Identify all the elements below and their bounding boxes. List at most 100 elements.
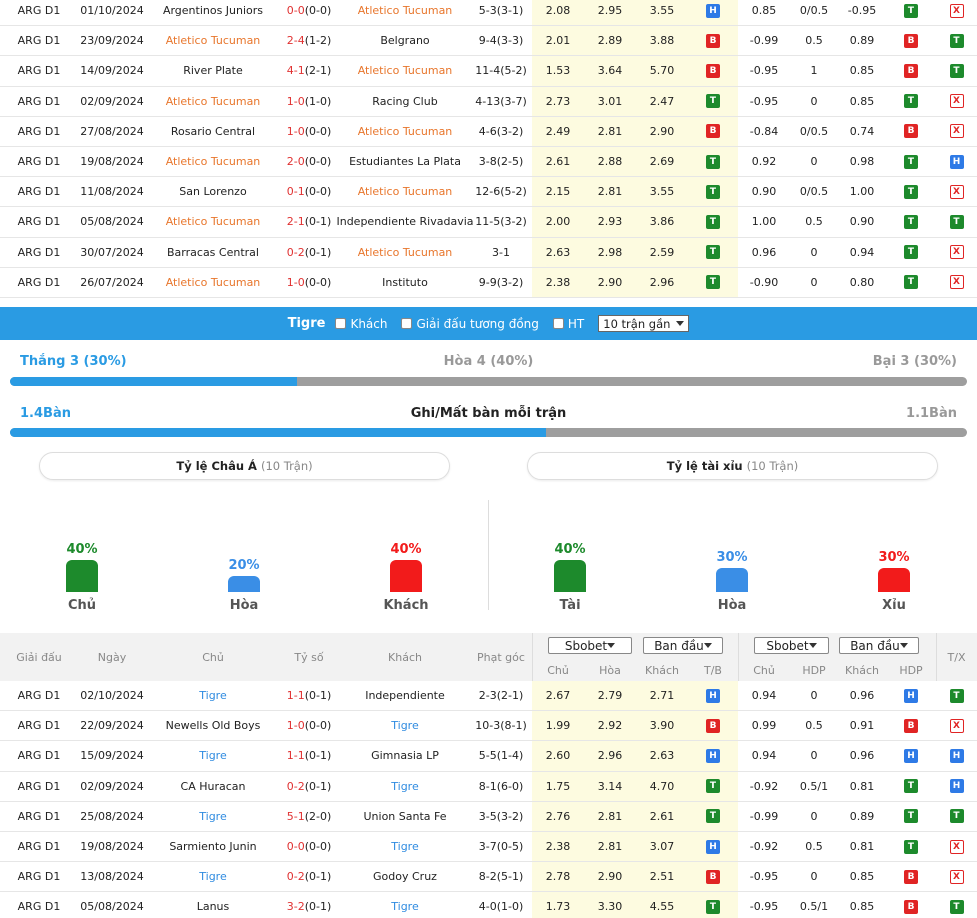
score-cell[interactable]: 0-2 (0-1): [278, 862, 340, 891]
tx-badge: T: [949, 214, 964, 229]
hdr-tb: T/B: [704, 663, 722, 677]
hdp-away: 0.74: [849, 124, 875, 138]
bookmaker-select-2[interactable]: Sbobet: [754, 637, 829, 654]
score-cell[interactable]: 0-0 (0-0): [278, 832, 340, 861]
score-cell[interactable]: 5-1 (2-0): [278, 802, 340, 831]
hdp-badge: H: [904, 688, 918, 703]
odds-home: 2.76: [532, 801, 584, 831]
home-team-link[interactable]: Tigre: [148, 681, 278, 710]
odds-type-select-1[interactable]: Ban đầu: [643, 637, 723, 654]
home-team-link[interactable]: Barracas Central: [148, 238, 278, 267]
hdr-hdp-line: HDP: [802, 663, 826, 677]
home-team-link[interactable]: San Lorenzo: [148, 177, 278, 206]
away-team-link[interactable]: Estudiantes La Plata: [340, 147, 470, 176]
away-team-link[interactable]: Atletico Tucuman: [340, 0, 470, 25]
odds-type-select-2[interactable]: Ban đầu: [839, 637, 919, 654]
hdp-badge: T: [904, 94, 918, 109]
away-team-link[interactable]: Independiente Rivadavia: [336, 207, 473, 236]
home-team-link[interactable]: Tigre: [148, 802, 278, 831]
hdp-line: 0/0.5: [799, 4, 829, 18]
home-team-link[interactable]: Sarmiento Junin: [148, 832, 278, 861]
home-team-link[interactable]: River Plate: [148, 56, 278, 85]
away-team-link[interactable]: Tigre: [340, 772, 470, 801]
away-team-link[interactable]: Atletico Tucuman: [340, 238, 470, 267]
away-team-link[interactable]: Union Santa Fe: [340, 802, 470, 831]
away-team-link[interactable]: Independiente: [340, 681, 470, 710]
ou-pct-0: 40%: [554, 542, 586, 557]
corner-cell: 4-6(3-2): [478, 124, 524, 138]
odds-home: 2.15: [532, 177, 584, 207]
score-cell[interactable]: 1-1 (0-1): [278, 681, 340, 710]
tx-badge: X: [949, 94, 964, 109]
home-team-link[interactable]: CA Huracan: [148, 772, 278, 801]
away-team-link[interactable]: Tigre: [340, 711, 470, 740]
score-cell[interactable]: 0-1 (0-0): [278, 177, 340, 206]
full-time-score: 2-1: [286, 215, 305, 229]
full-time-score: 0-2: [286, 870, 305, 884]
score-cell[interactable]: 0-2 (0-1): [278, 772, 340, 801]
chevron-down-icon: [808, 643, 817, 648]
away-team-link[interactable]: Belgrano: [340, 26, 470, 55]
hdp-badge-cell: B: [886, 711, 936, 740]
home-team-link[interactable]: Tigre: [148, 862, 278, 891]
score-cell[interactable]: 3-2 (0-1): [278, 892, 340, 918]
odds-draw: 3.64: [584, 56, 636, 86]
hdp-badge-cell: T: [886, 772, 936, 801]
away-team-link[interactable]: Racing Club: [340, 87, 470, 116]
table-row: ARG D1 13/08/2024 Tigre Godoy Cruz 8-2(5-1) 2…: [0, 862, 977, 893]
score-cell[interactable]: 1-0 (0-0): [278, 711, 340, 740]
odds-away: 3.55: [636, 177, 688, 207]
league-cell: ARG D1: [17, 215, 61, 229]
home-team-link[interactable]: Atletico Tucuman: [148, 268, 278, 297]
score-cell[interactable]: 2-0 (0-0): [278, 147, 340, 176]
home-team-link[interactable]: Argentinos Juniors: [148, 0, 278, 25]
score-cell[interactable]: 0-2 (0-1): [278, 238, 340, 267]
full-time-score: 3-2: [286, 900, 305, 914]
odds-home: 2.61: [532, 146, 584, 177]
ht-checkbox[interactable]: [552, 318, 564, 329]
same-league-checkbox[interactable]: [401, 318, 413, 329]
away-team-link[interactable]: Tigre: [340, 832, 470, 861]
hdp-badge-cell: T: [886, 87, 936, 116]
date-cell: 13/08/2024: [80, 870, 144, 884]
score-cell[interactable]: 2-1 (0-1): [278, 207, 340, 236]
home-team-link[interactable]: Atletico Tucuman: [148, 147, 278, 176]
score-cell[interactable]: 2-4 (1-2): [278, 26, 340, 55]
home-team-link[interactable]: Atletico Tucuman: [148, 26, 278, 55]
away-team-link[interactable]: Atletico Tucuman: [340, 117, 470, 146]
home-team-link[interactable]: Atletico Tucuman: [148, 207, 278, 236]
half-time-score: (1-2): [304, 34, 332, 48]
tx-badge-cell: X: [936, 711, 977, 740]
corner-cell: 4-0(1-0): [478, 900, 524, 914]
ht-filter[interactable]: HT: [552, 317, 584, 331]
away-team-link[interactable]: Gimnasia LP: [340, 741, 470, 770]
score-cell[interactable]: 4-1 (2-1): [278, 56, 340, 85]
away-team-link[interactable]: Tigre: [340, 892, 470, 918]
home-team-link[interactable]: Newells Old Boys: [148, 711, 278, 740]
score-cell[interactable]: 1-1 (0-1): [278, 741, 340, 770]
full-time-score: 2-4: [286, 34, 305, 48]
score-cell[interactable]: 1-0 (0-0): [278, 117, 340, 146]
away-team-link[interactable]: Instituto: [340, 268, 470, 297]
bookmaker-select-1[interactable]: Sbobet: [548, 637, 632, 654]
away-checkbox[interactable]: [335, 318, 347, 329]
tx-badge-cell: H: [936, 741, 977, 770]
home-team-link[interactable]: Atletico Tucuman: [148, 87, 278, 116]
away-team-link[interactable]: Atletico Tucuman: [340, 177, 470, 206]
tx-badge: X: [949, 718, 964, 733]
away-filter[interactable]: Khách: [335, 317, 387, 331]
same-league-filter[interactable]: Giải đấu tương đồng: [401, 317, 539, 331]
home-team-link[interactable]: Tigre: [148, 741, 278, 770]
home-team-link[interactable]: Rosario Central: [148, 117, 278, 146]
away-team-link[interactable]: Atletico Tucuman: [340, 56, 470, 85]
score-cell[interactable]: 1-0 (0-0): [278, 268, 340, 297]
odds-draw: 2.93: [584, 207, 636, 237]
home-team-link[interactable]: Lanus: [148, 892, 278, 918]
away-team-link[interactable]: Godoy Cruz: [340, 862, 470, 891]
score-cell[interactable]: 0-0 (0-0): [278, 0, 340, 25]
recent-matches-select[interactable]: 10 trận gần: [598, 315, 690, 332]
score-cell[interactable]: 1-0 (1-0): [278, 87, 340, 116]
hdp-badge-cell: B: [886, 26, 936, 55]
hdp-badge-cell: T: [886, 802, 936, 831]
corner-cell: 9-9(3-2): [478, 275, 524, 289]
